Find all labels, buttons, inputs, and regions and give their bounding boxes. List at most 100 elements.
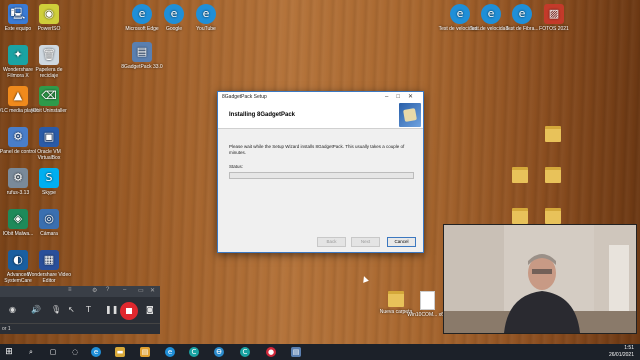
video-editor-icon: ▦ [39,250,59,270]
edge-icon: e [481,4,501,24]
edge-icon: e [512,4,532,24]
status-label: Status: [229,164,244,169]
clock-date: 26/01/2021 [608,352,634,358]
window-title: 8GadgetPack Setup [222,94,267,100]
iobit-uninstaller-icon: ⌫ [39,86,59,106]
recorder-minimize-icon[interactable]: – [123,287,126,293]
setup-message: Please wait while the Setup Wizard insta… [229,144,405,155]
system-tray[interactable]: 1:51 26/01/2021 [609,345,634,359]
iobit-icon[interactable]: ϴ [214,347,224,357]
close-icon[interactable]: ✕ [408,94,421,100]
pause-icon[interactable]: ❚❚ [105,305,118,314]
taskbar-app-icon[interactable]: ◌ [70,347,80,357]
folder-icon [545,126,561,142]
screen-recorder-toolbar: ≡ ⚙ ? – ▭ ✕ ◉ 🔊 🎙 ↖ T ❚❚ ◙ or 1 [0,286,160,334]
computer-icon: 🖳 [8,4,28,24]
setup-heading: Installing 8GadgetPack [229,112,296,118]
install-progress-bar [229,172,414,179]
recorder-status-label: or 1 [2,326,11,332]
screen-recorder-icon[interactable]: ● [266,347,276,357]
stop-recording-button[interactable] [120,302,138,320]
search-icon[interactable]: ⌕ [26,347,36,357]
minimize-icon[interactable]: – [385,94,396,100]
recorder-close-icon[interactable]: ✕ [150,287,155,294]
taskbar: ⊞ ⌕ ▢ ◌ e ▬ ▤ e C ϴ C ● ▤ 1:51 26/01/202… [0,344,640,360]
desktop-icon[interactable]: ◎ Cámara [27,209,71,237]
setup-body: Please wait while the Setup Wizard insta… [218,129,423,185]
setup-header: Installing 8GadgetPack [218,102,423,129]
recycle-bin-icon: 🗑 [39,45,59,65]
desktop-icon-label: Papelera de reciclaje [35,67,63,79]
start-windows-icon[interactable]: ⊞ [4,347,14,357]
speaker-icon[interactable]: 🔊 [31,305,41,314]
text-tool-icon[interactable]: T [86,305,91,314]
desktop-icon-8gadgetpack[interactable]: ▤ 8GadgetPack 33.0 [120,42,164,70]
webcam-toggle-icon[interactable]: ◉ [9,305,16,314]
desktop-icon-label: YouTube [196,26,216,32]
microphone-icon[interactable]: 🎙 [51,305,61,314]
systemcare-icon: ◐ [8,250,28,270]
cancel-button[interactable]: Cancel [387,237,416,247]
systemcare-icon[interactable]: C [189,347,199,357]
skype-icon: S [39,168,59,188]
installer-icon[interactable]: ▤ [291,347,301,357]
webcam-overlay [443,224,637,334]
screenshot-camera-icon[interactable]: ◙ [146,305,154,314]
cursor-tool-icon[interactable]: ↖ [68,305,75,314]
camera-icon: ◎ [39,209,59,229]
mouse-cursor [361,275,369,283]
back-button[interactable]: Back [317,237,346,247]
poweriso-icon: ◉ [39,4,59,24]
folder-icon [545,208,561,224]
filmora-icon: ✦ [8,45,28,65]
setup-window: 8GadgetPack Setup –□✕ Installing 8Gadget… [217,91,424,253]
clock-time: 1:51 [624,345,634,351]
control-panel-icon: ⚙ [8,127,28,147]
webcam-person-image [444,225,636,333]
vlc-icon: ▲ [8,86,28,106]
edge-icon: e [196,4,216,24]
store-icon[interactable]: ▤ [140,347,150,357]
desktop-icon-fotos[interactable]: ▨ FOTOS 2021 [532,4,576,32]
desktop-folder[interactable] [531,126,575,144]
desktop-icon-label: Oracle VM VirtualBox [37,149,61,161]
folder-icon [388,291,404,307]
desktop-icon-label: Wondershare Video Editor [27,272,72,284]
file-explorer-icon[interactable]: ▬ [115,347,125,357]
desktop-icon-label: Skype [42,190,56,196]
folder-icon [545,167,561,183]
edge-icon: e [132,4,152,24]
edge-icon[interactable]: e [91,347,101,357]
desktop-icon[interactable]: ▦ Wondershare Video Editor [27,250,71,284]
desktop-icon-label: IObit Uninstaller [31,108,67,114]
desktop-icon-label: Cámara [40,231,58,237]
recorder-menu-icon[interactable]: ≡ [68,287,72,293]
desktop-icon[interactable]: 🗑 Papelera de reciclaje [27,45,71,79]
desktop-folder[interactable] [531,167,575,185]
systemcare-icon[interactable]: C [240,347,250,357]
recorder-help-icon[interactable]: ? [106,287,109,293]
desktop-icon[interactable]: ◉ PowerISO [27,4,71,32]
maximize-icon[interactable]: □ [396,94,408,100]
task-view-icon[interactable]: ▢ [48,347,58,357]
desktop-icon[interactable]: ▣ Oracle VM VirtualBox [27,127,71,161]
desktop-icon[interactable]: ⌫ IObit Uninstaller [27,86,71,114]
photo-icon: ▨ [544,4,564,24]
rufus-icon: ⚙ [8,168,28,188]
folder-icon [512,208,528,224]
folder-icon [512,167,528,183]
desktop-icon-label: PowerISO [37,26,61,32]
window-titlebar[interactable]: 8GadgetPack Setup –□✕ [218,92,423,102]
next-button[interactable]: Next [351,237,380,247]
iobit-malware-icon: ◈ [8,209,28,229]
recorder-restore-icon[interactable]: ▭ [138,287,144,294]
desktop-icon-label: 8GadgetPack 33.0 [121,64,163,70]
virtualbox-icon: ▣ [39,127,59,147]
edge-icon: e [450,4,470,24]
setup-logo-icon [399,103,421,127]
edge-icon[interactable]: e [165,347,175,357]
edge-icon: e [164,4,184,24]
recorder-settings-icon[interactable]: ⚙ [92,287,97,294]
desktop-icon[interactable]: S Skype [27,168,71,196]
desktop-icon-youtube[interactable]: e YouTube [184,4,228,32]
